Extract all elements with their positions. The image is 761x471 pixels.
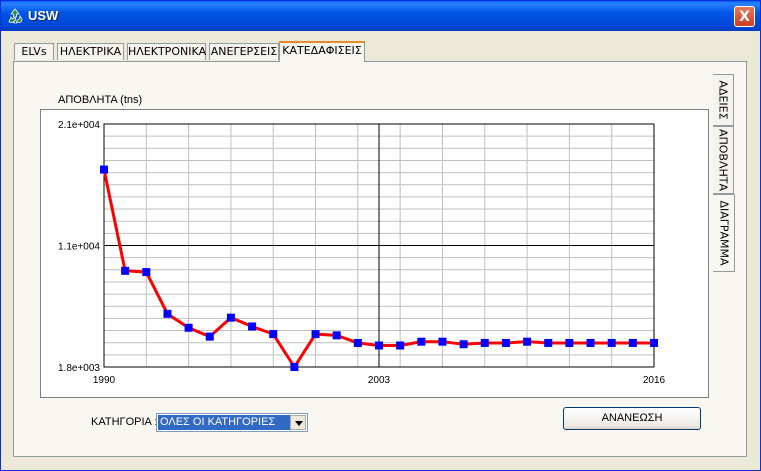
side-tab-apovlita[interactable]: ΑΠΟΒΛΗΤΑ [713,126,734,194]
tab-katedafiseis[interactable]: ΚΑΤΕΔΑΦΙΣΕΙΣ [279,41,365,62]
y-axis-title: ΑΠΟΒΛΗΤΑ (tns) [58,94,143,106]
title-bar[interactable]: USW X [1,1,760,31]
data-point [205,332,214,341]
data-point [459,340,468,349]
window-title: USW [28,8,59,23]
close-icon: X [739,9,750,25]
data-point [607,338,616,347]
data-point [311,330,320,339]
data-point [523,337,532,346]
data-point [353,338,362,347]
data-point [269,330,278,339]
data-point [332,331,341,340]
data-point [290,363,299,371]
chart-frame: 1.8e+003 1.1e+004 2.1e+004 1990 2003 2016 [40,109,709,398]
y-tick-label: 1.8e+003 [58,363,100,374]
data-point [417,337,426,346]
y-tick-label: 2.1e+004 [58,120,100,131]
data-point [544,338,553,347]
data-point [480,338,489,347]
side-tab-adeies[interactable]: ΑΔΕΙΕΣ [713,74,734,126]
data-point [184,323,193,332]
data-point [163,309,172,318]
side-tab-diagramma[interactable]: ΔΙΑΓΡΑΜΜΑ [713,194,735,272]
chevron-down-icon[interactable] [290,415,306,430]
data-point [628,338,637,347]
tab-ilektronika[interactable]: ΗΛΕΚΤΡΟΝΙΚΑ [127,43,206,60]
category-select-value: ΟΛΕΣ ΟΙ ΚΑΤΗΓΟΡΙΕΣ [158,415,291,430]
x-tick-label: 2003 [368,375,391,386]
category-label: ΚΑΤΗΓΟΡΙΑ : [91,416,158,428]
x-tick-label: 1990 [93,375,116,386]
category-select[interactable]: ΟΛΕΣ ΟΙ ΚΑΤΗΓΟΡΙΕΣ [156,413,308,432]
data-point [396,341,405,350]
tab-elvs[interactable]: ELVs [14,43,54,60]
y-tick-label: 1.1e+004 [58,242,100,253]
data-point [501,338,510,347]
data-point [121,266,130,275]
data-point [650,338,658,347]
tab-anegerseis[interactable]: ΑΝΕΓΕΡΣΕΙΣ [209,43,279,60]
data-point [142,268,151,277]
refresh-button[interactable]: ΑΝΑΝΕΩΣΗ [563,407,701,430]
data-point [586,338,595,347]
data-point [100,165,108,174]
data-point [438,337,447,346]
data-point [375,341,383,350]
main-window: USW X ELVs ΗΛΕΚΤΡΙΚΑ ΗΛΕΚΤΡΟΝΙΚΑ ΑΝΕΓΕΡΣ… [0,0,761,471]
tab-ilektrika[interactable]: ΗΛΕΚΤΡΙΚΑ [57,43,124,60]
data-point [565,338,574,347]
close-button[interactable]: X [734,6,755,27]
x-tick-label: 2016 [643,375,666,386]
recycle-icon [8,8,23,24]
line-chart: 1.8e+003 1.1e+004 2.1e+004 1990 2003 2016 [58,120,666,386]
data-point [248,322,257,331]
data-point [226,313,235,322]
